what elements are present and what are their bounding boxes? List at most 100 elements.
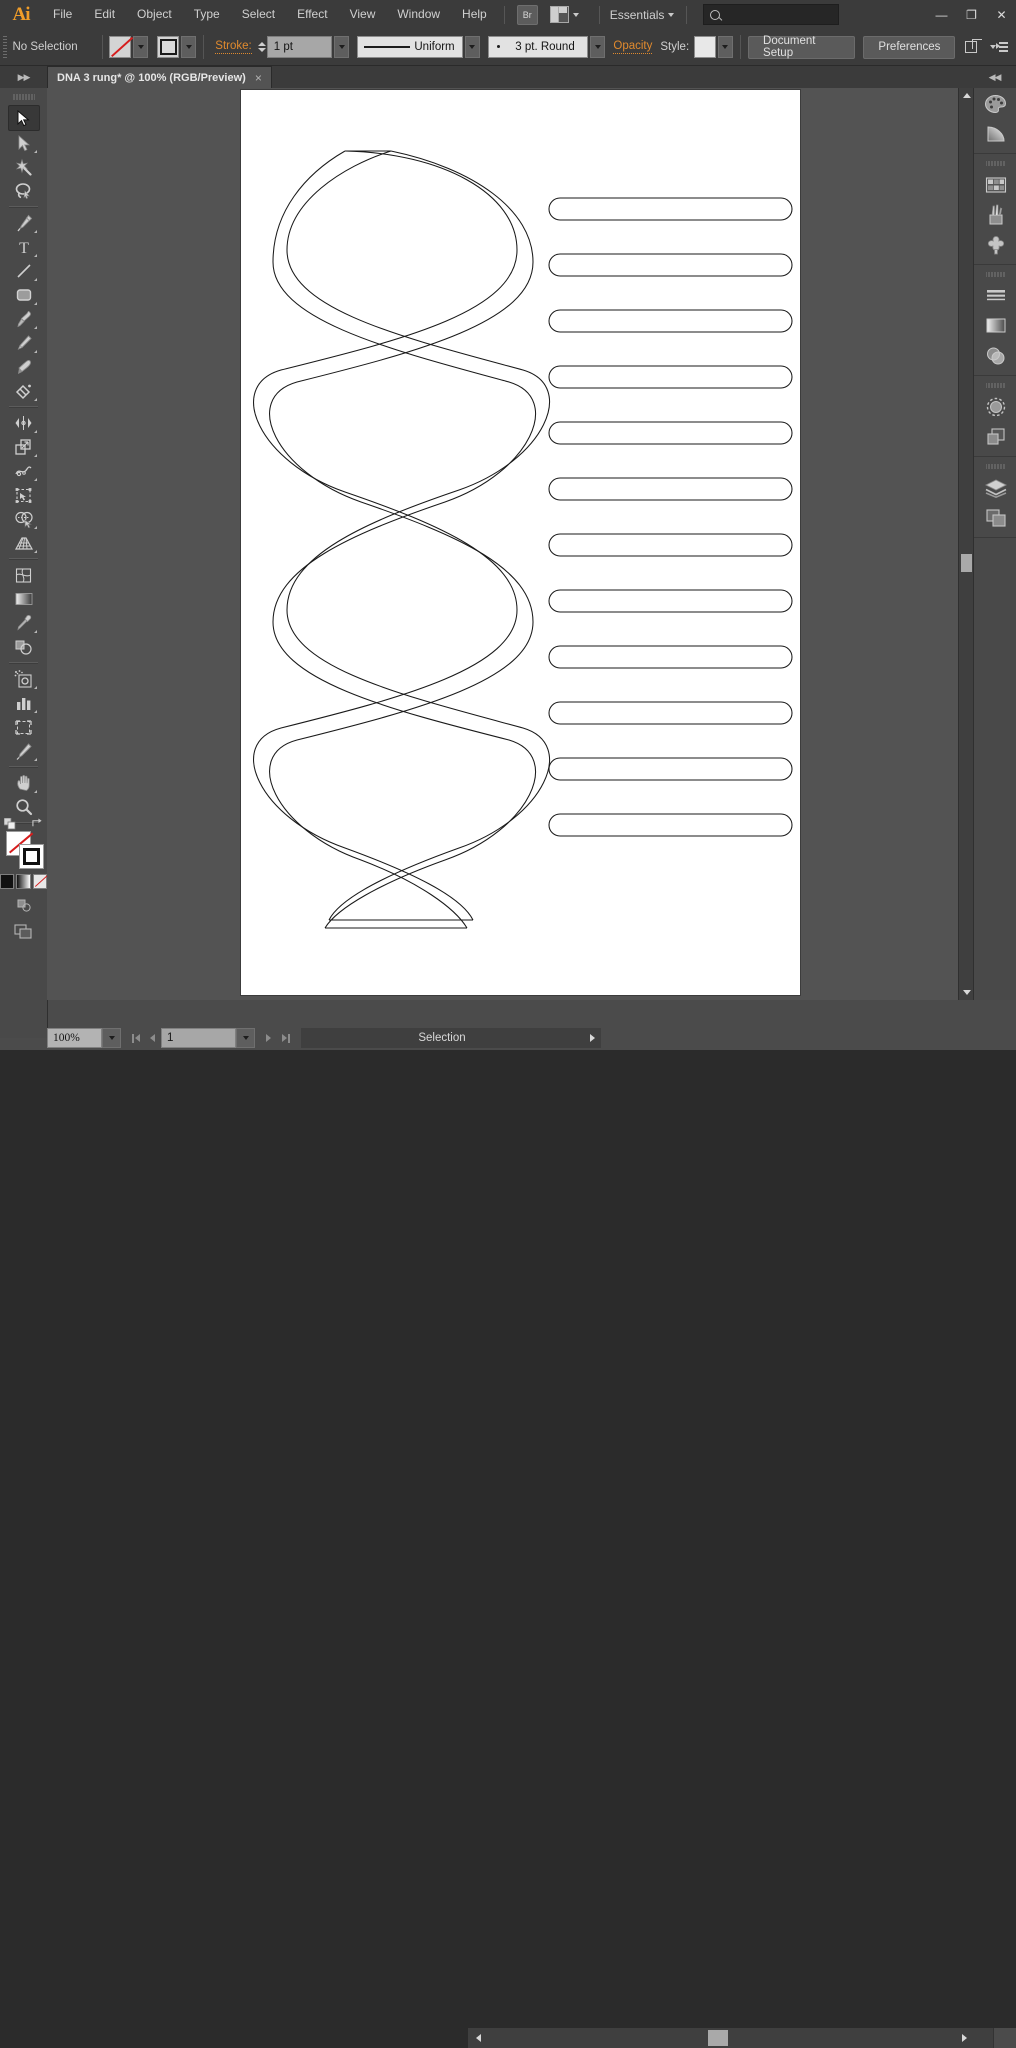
scroll-down-button[interactable]	[959, 985, 974, 1000]
artboards-panel-icon[interactable]	[979, 503, 1012, 532]
appearance-panel-icon[interactable]	[979, 392, 1012, 421]
zoom-tool[interactable]	[9, 795, 39, 819]
mesh-tool[interactable]	[9, 563, 39, 587]
rectangle-tool[interactable]	[9, 283, 39, 307]
eraser-tool[interactable]	[9, 379, 39, 403]
magic-wand-tool[interactable]	[9, 155, 39, 179]
stroke-weight-label[interactable]: Stroke:	[215, 40, 252, 54]
stroke-swatch[interactable]	[157, 36, 180, 58]
dock-group-grip[interactable]	[985, 269, 1006, 279]
document-setup-button[interactable]: Document Setup	[748, 35, 855, 59]
menu-view[interactable]: View	[339, 0, 387, 29]
scroll-right-button[interactable]	[957, 2028, 972, 2048]
draw-normal-icon[interactable]	[0, 898, 47, 913]
perspective-grid-tool[interactable]	[9, 531, 39, 555]
color-panel-icon[interactable]	[979, 89, 1012, 118]
close-button[interactable]: ✕	[987, 4, 1016, 25]
artboard[interactable]	[241, 90, 800, 995]
scale-tool[interactable]	[9, 435, 39, 459]
collapse-left-panel-button[interactable]: ▶▶	[0, 66, 47, 89]
menu-select[interactable]: Select	[231, 0, 286, 29]
next-artboard-icon[interactable]	[260, 1029, 277, 1047]
shape-builder-tool[interactable]	[9, 507, 39, 531]
stroke-weight-input[interactable]: 1 pt	[266, 36, 332, 58]
scroll-up-button[interactable]	[959, 88, 974, 103]
minimize-button[interactable]: —	[927, 4, 956, 25]
blend-tool[interactable]	[9, 635, 39, 659]
align-to-selection-icon[interactable]	[965, 39, 981, 55]
pen-tool[interactable]	[9, 211, 39, 235]
artboard-number-dropdown[interactable]	[236, 1028, 255, 1048]
tools-panel-grip[interactable]	[12, 91, 35, 103]
artboard-number-input[interactable]: 1	[161, 1028, 236, 1048]
width-profile-dropdown[interactable]	[464, 36, 481, 58]
swatches-panel-icon[interactable]	[979, 170, 1012, 199]
symbols-panel-icon[interactable]	[979, 230, 1012, 259]
maximize-button[interactable]: ❐	[957, 4, 986, 25]
stroke-panel-icon[interactable]	[979, 281, 1012, 310]
color-guide-panel-icon[interactable]	[979, 119, 1012, 148]
collapse-right-panel-button[interactable]: ◀◀	[973, 66, 1016, 89]
menu-file[interactable]: File	[42, 0, 83, 29]
dock-group-grip[interactable]	[985, 158, 1006, 168]
type-tool[interactable]: T	[9, 235, 39, 259]
brush-definition-dropdown[interactable]	[589, 36, 606, 58]
zoom-level-input[interactable]: 100%	[47, 1028, 102, 1048]
scroll-left-button[interactable]	[471, 2028, 486, 2048]
control-bar-grip[interactable]	[3, 36, 8, 58]
menu-help[interactable]: Help	[451, 0, 498, 29]
document-tab[interactable]: DNA 3 rung* @ 100% (RGB/Preview) ×	[47, 66, 272, 88]
horizontal-scroll-thumb[interactable]	[708, 2030, 728, 2046]
preferences-button[interactable]: Preferences	[863, 35, 956, 59]
symbol-sprayer-tool[interactable]	[9, 667, 39, 691]
graphic-style-swatch[interactable]	[694, 36, 716, 58]
layers-panel-icon[interactable]	[979, 473, 1012, 502]
brush-definition-select[interactable]: 3 pt. Round	[488, 36, 588, 58]
menu-object[interactable]: Object	[126, 0, 183, 29]
stroke-dropdown[interactable]	[181, 36, 197, 58]
search-input[interactable]	[703, 4, 840, 25]
column-graph-tool[interactable]	[9, 691, 39, 715]
panel-menu-icon[interactable]	[995, 41, 1008, 53]
gradient-panel-icon[interactable]	[979, 311, 1012, 340]
rotate-tool[interactable]	[9, 411, 39, 435]
first-artboard-icon[interactable]	[127, 1029, 144, 1047]
swap-fill-stroke-icon[interactable]	[31, 818, 43, 829]
paintbrush-tool[interactable]	[9, 307, 39, 331]
arrange-documents-icon[interactable]	[549, 6, 579, 23]
none-swatch-icon[interactable]	[32, 874, 47, 889]
selection-tool[interactable]	[7, 105, 40, 131]
gradient-tool[interactable]	[9, 587, 39, 611]
previous-artboard-icon[interactable]	[144, 1029, 161, 1047]
slice-tool[interactable]	[9, 739, 39, 763]
close-icon[interactable]: ×	[255, 71, 262, 85]
gradient-swatch-icon[interactable]	[16, 874, 31, 889]
canvas-area[interactable]	[47, 88, 958, 1000]
default-fill-stroke-icon[interactable]	[3, 818, 16, 830]
blob-brush-tool[interactable]	[9, 355, 39, 379]
dock-group-grip[interactable]	[985, 380, 1006, 390]
color-swatch-icon[interactable]	[0, 874, 15, 889]
menu-edit[interactable]: Edit	[83, 0, 126, 29]
stroke-color-swatch[interactable]	[18, 844, 44, 869]
zoom-level-dropdown[interactable]	[102, 1028, 121, 1048]
width-profile-select[interactable]: Uniform	[357, 36, 463, 58]
lasso-tool[interactable]	[9, 179, 39, 203]
last-artboard-icon[interactable]	[277, 1029, 294, 1047]
pencil-tool[interactable]	[9, 331, 39, 355]
change-screen-mode-icon[interactable]	[0, 924, 47, 940]
graphic-styles-panel-icon[interactable]	[979, 422, 1012, 451]
menu-window[interactable]: Window	[386, 0, 451, 29]
vertical-scrollbar[interactable]	[958, 88, 974, 1000]
width-tool[interactable]	[9, 459, 39, 483]
free-transform-tool[interactable]	[9, 483, 39, 507]
status-flyout-icon[interactable]	[583, 1028, 601, 1048]
dock-group-grip[interactable]	[985, 461, 1006, 471]
vertical-scroll-thumb[interactable]	[961, 554, 972, 572]
artboard-tool[interactable]	[9, 715, 39, 739]
menu-type[interactable]: Type	[183, 0, 231, 29]
graphic-style-dropdown[interactable]	[717, 36, 734, 58]
stroke-weight-dropdown[interactable]	[333, 36, 350, 58]
line-segment-tool[interactable]	[9, 259, 39, 283]
stroke-weight-stepper[interactable]	[257, 42, 266, 52]
